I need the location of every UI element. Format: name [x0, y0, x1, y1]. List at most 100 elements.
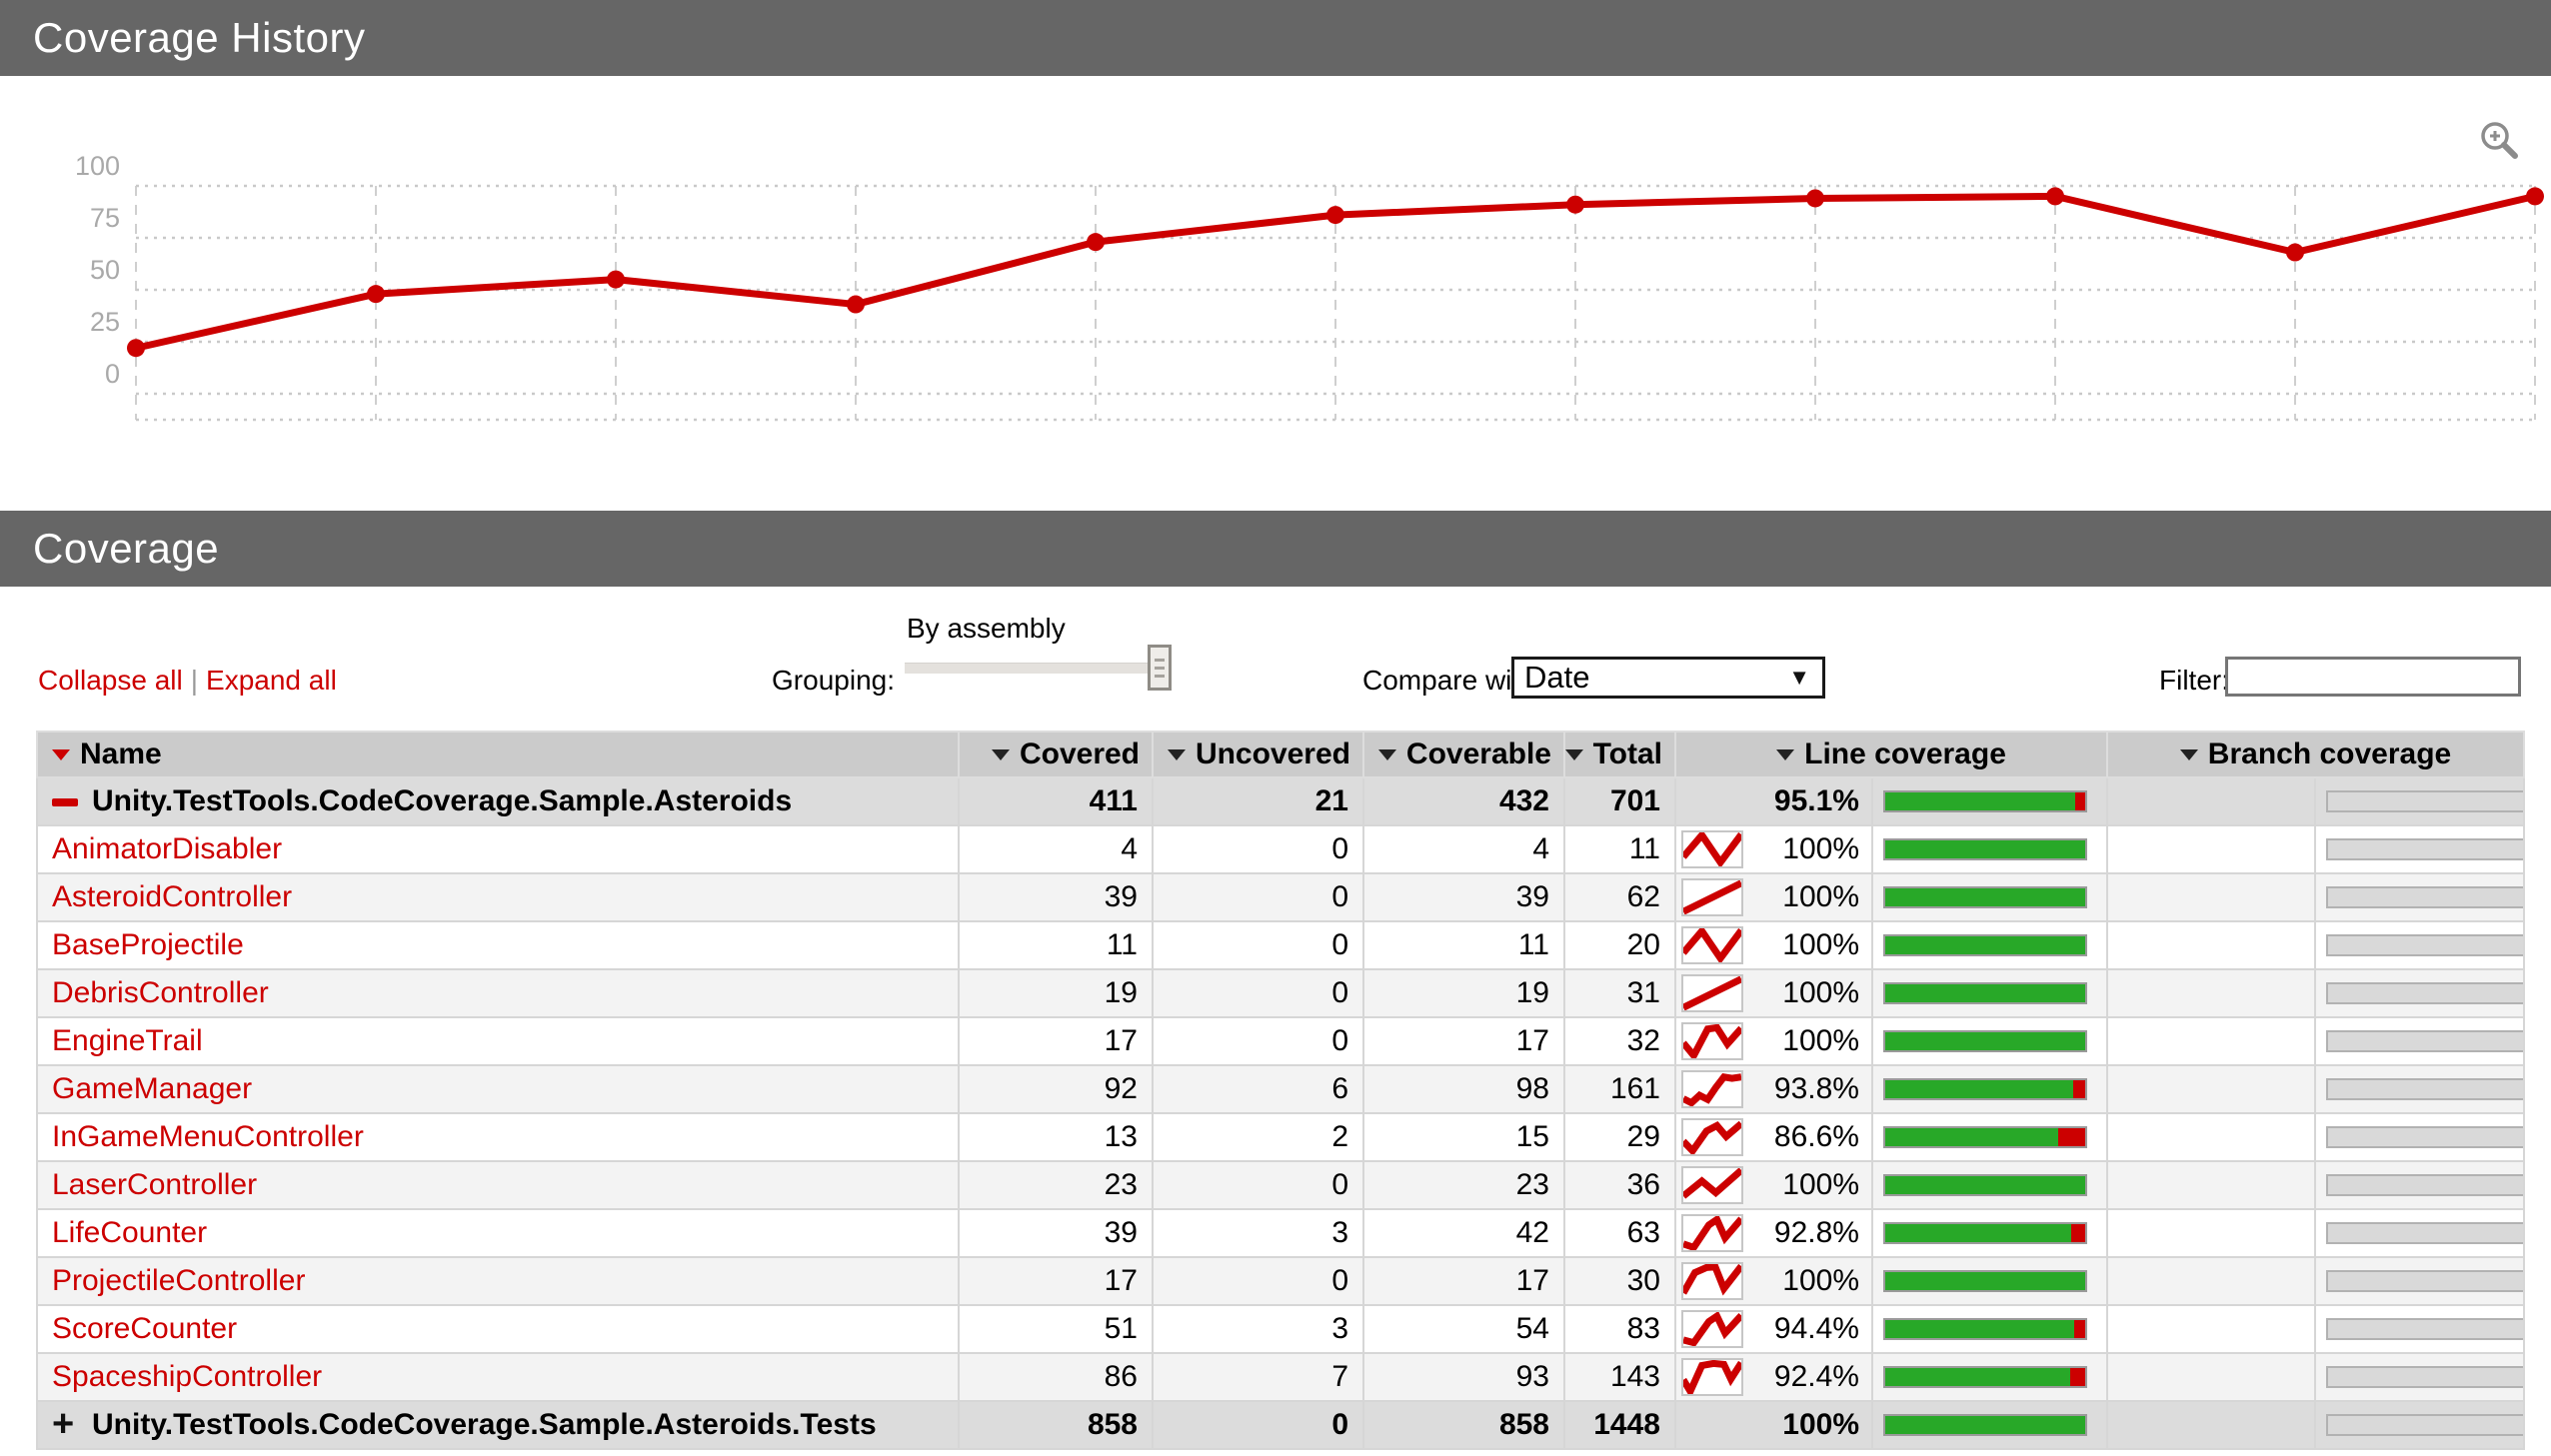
coverable-cell: 4	[1362, 824, 1565, 874]
line-coverage-percent: 92.8%	[1773, 1216, 1859, 1249]
line-coverage-percent: 93.8%	[1773, 1072, 1859, 1105]
branch-coverage-bar-cell	[2314, 1160, 2526, 1210]
branch-coverage-bar-cell	[2314, 1112, 2526, 1162]
class-name-link[interactable]: LaserController	[52, 1168, 257, 1201]
uncovered-cell: 0	[1152, 872, 1364, 922]
header-branch-coverage[interactable]: Branch coverage	[2106, 730, 2526, 778]
uncovered-cell: 0	[1152, 968, 1364, 1018]
header-coverable[interactable]: Coverable	[1362, 730, 1565, 778]
expand-plus-icon[interactable]: +	[52, 1405, 82, 1443]
sort-arrow-icon	[52, 748, 70, 760]
select-dropdown-arrow-icon: ▼	[1788, 665, 1810, 690]
line-coverage-bar-cell	[1870, 1352, 2109, 1402]
line-coverage-bar-cell	[1870, 1304, 2109, 1354]
table-row: GameManager 92 6 98 161 93.8%	[36, 1064, 2526, 1114]
line-coverage-bar-cell	[1870, 1160, 2109, 1210]
name-cell: + Unity.TestTools.CodeCoverage.Sample.Ast…	[36, 1400, 960, 1450]
branch-coverage-bar-cell	[2314, 920, 2526, 970]
line-coverage-bar-cell	[1870, 1016, 2109, 1066]
name-cell: LaserController	[36, 1160, 960, 1210]
branch-coverage-percent-cell	[2106, 920, 2317, 970]
line-coverage-percent: 100%	[1782, 1024, 1859, 1057]
name-cell: EngineTrail	[36, 1016, 960, 1066]
header-total[interactable]: Total	[1563, 730, 1676, 778]
total-cell: 63	[1563, 1208, 1676, 1258]
name-cell: ProjectileController	[36, 1256, 960, 1306]
class-name-link[interactable]: InGameMenuController	[52, 1120, 364, 1153]
grouping-slider-track[interactable]	[905, 663, 1158, 674]
line-coverage-percent: 100%	[1782, 976, 1859, 1009]
class-name-link[interactable]: DebrisController	[52, 976, 269, 1009]
coverage-history-title: Coverage History	[33, 14, 366, 61]
name-cell: InGameMenuController	[36, 1112, 960, 1162]
compare-with-select[interactable]: Date ▼	[1511, 657, 1825, 699]
line-coverage-percent-cell: 93.8%	[1674, 1064, 1873, 1114]
header-name[interactable]: Name	[36, 730, 960, 778]
line-coverage-percent: 92.4%	[1773, 1360, 1859, 1393]
line-coverage-percent-cell: 100%	[1674, 872, 1873, 922]
expand-all-link[interactable]: Expand all	[206, 665, 337, 696]
table-row: DebrisController 19 0 19 31 100%	[36, 968, 2526, 1018]
header-line-coverage[interactable]: Line coverage	[1673, 730, 2109, 778]
line-coverage-percent: 94.4%	[1773, 1312, 1859, 1345]
total-cell: 20	[1563, 920, 1676, 970]
collapse-all-link[interactable]: Collapse all	[38, 665, 183, 696]
uncovered-cell: 0	[1152, 1400, 1364, 1450]
collapse-minus-icon[interactable]	[52, 798, 78, 807]
line-coverage-bar	[1883, 1030, 2087, 1052]
history-sparkline	[1681, 974, 1743, 1012]
branch-coverage-percent-cell	[2106, 1112, 2317, 1162]
compare-with-selected-value: Date	[1524, 660, 1590, 695]
branch-coverage-bar	[2326, 982, 2523, 1004]
class-name-link[interactable]: GameManager	[52, 1072, 252, 1105]
line-coverage-bar	[1883, 1078, 2087, 1100]
svg-text:0: 0	[105, 359, 120, 389]
branch-coverage-bar	[2326, 1270, 2523, 1292]
branch-coverage-bar-cell	[2314, 824, 2526, 874]
class-name-link[interactable]: EngineTrail	[52, 1024, 203, 1057]
class-name-link[interactable]: ScoreCounter	[52, 1312, 237, 1345]
coverable-cell: 98	[1362, 1064, 1565, 1114]
name-cell: GameManager	[36, 1064, 960, 1114]
grouping-slider-thumb[interactable]	[1148, 645, 1172, 691]
class-name-link[interactable]: ProjectileController	[52, 1264, 305, 1297]
branch-coverage-percent-cell	[2106, 1208, 2317, 1258]
branch-coverage-bar-cell	[2314, 1064, 2526, 1114]
covered-cell: 39	[958, 872, 1154, 922]
chart-zoom-icon[interactable]	[2477, 118, 2521, 162]
header-uncovered[interactable]: Uncovered	[1152, 730, 1364, 778]
class-name-link[interactable]: AnimatorDisabler	[52, 832, 282, 865]
line-coverage-bar-cell	[1870, 1256, 2109, 1306]
total-cell: 11	[1563, 824, 1676, 874]
svg-text:75: 75	[90, 203, 120, 233]
coverable-cell: 23	[1362, 1160, 1565, 1210]
svg-text:25: 25	[90, 307, 120, 337]
link-separator: |	[190, 665, 199, 696]
line-coverage-percent: 86.6%	[1773, 1120, 1859, 1153]
filter-input[interactable]	[2225, 657, 2521, 697]
line-coverage-percent-cell: 100%	[1674, 1160, 1873, 1210]
branch-coverage-bar	[2326, 1030, 2523, 1052]
class-name-link[interactable]: SpaceshipController	[52, 1360, 322, 1393]
branch-coverage-bar-cell	[2314, 1352, 2526, 1402]
total-cell: 62	[1563, 872, 1676, 922]
filter-label: Filter:	[2159, 665, 2229, 696]
line-coverage-bar	[1883, 838, 2087, 860]
table-row: + Unity.TestTools.CodeCoverage.Sample.Ast…	[36, 1400, 2526, 1450]
line-coverage-bar	[1883, 886, 2087, 908]
class-name-link[interactable]: BaseProjectile	[52, 928, 244, 961]
header-covered[interactable]: Covered	[958, 730, 1154, 778]
line-coverage-percent-cell: 94.4%	[1674, 1304, 1873, 1354]
name-cell: DebrisController	[36, 968, 960, 1018]
assembly-name: Unity.TestTools.CodeCoverage.Sample.Aste…	[92, 784, 793, 817]
name-cell: LifeCounter	[36, 1208, 960, 1258]
line-coverage-percent-cell: 95.1%	[1674, 776, 1873, 826]
line-coverage-bar-cell	[1870, 1400, 2109, 1450]
sort-arrow-icon	[1167, 748, 1186, 760]
class-name-link[interactable]: AsteroidController	[52, 880, 292, 913]
line-coverage-bar	[1883, 1414, 2087, 1436]
class-name-link[interactable]: LifeCounter	[52, 1216, 207, 1249]
grouping-label: Grouping:	[772, 665, 895, 696]
line-coverage-bar	[1883, 1126, 2087, 1148]
grouping-value-label: By assembly	[907, 613, 1066, 644]
